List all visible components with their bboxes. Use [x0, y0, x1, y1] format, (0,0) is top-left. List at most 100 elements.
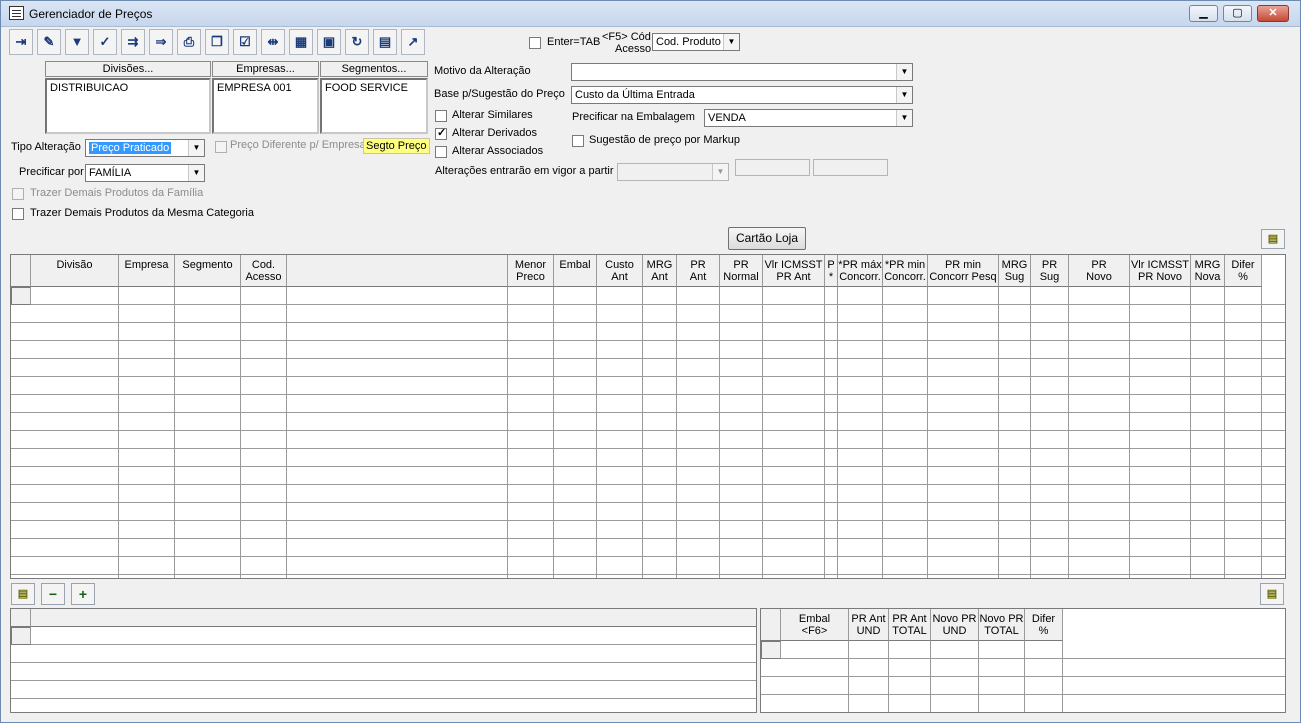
col-menor-preco[interactable]: Menor Preco: [508, 255, 554, 287]
col-pr-max-concorr[interactable]: *PR máx Concorr.: [838, 255, 883, 287]
row-selector-header: [761, 609, 781, 641]
price-manager-window: Gerenciador de Preços ▁ ▢ ✕ ⇥ ✎ ▼ ✓ ⇉ ⇒ …: [0, 0, 1301, 723]
divisoes-list[interactable]: DISTRIBUICAO: [45, 78, 211, 134]
col-pr-normal[interactable]: PR Normal: [720, 255, 763, 287]
precificar-embalagem-select[interactable]: VENDA ▼: [704, 109, 913, 127]
divisoes-button[interactable]: Divisões...: [45, 61, 211, 77]
col-divisao[interactable]: Divisão: [31, 255, 119, 287]
close-button[interactable]: ✕: [1257, 5, 1289, 22]
alterar-associados-checkbox[interactable]: [435, 146, 447, 158]
col-mrg-sug[interactable]: MRG Sug: [999, 255, 1031, 287]
col-vlr-icmsst-ant[interactable]: Vlr ICMSST PR Ant: [763, 255, 825, 287]
alterar-derivados-checkbox[interactable]: [435, 126, 447, 140]
export-button[interactable]: ⇒: [149, 29, 173, 55]
save-icon: ▣: [322, 34, 336, 49]
trazer-familia-checkbox[interactable]: [12, 188, 24, 200]
vigor-time-field[interactable]: [813, 159, 888, 176]
refresh-button[interactable]: ↻: [345, 29, 369, 55]
filter-apply-button[interactable]: ✓: [93, 29, 117, 55]
segto-preco-label[interactable]: Segto Preço: [363, 138, 430, 154]
cod-acesso-select[interactable]: Cod. Produto ▼: [652, 33, 740, 51]
col-pr-min-concorr-pesq[interactable]: PR min Concorr Pesq: [928, 255, 999, 287]
chart-button[interactable]: ↗: [401, 29, 425, 55]
base-value: Custo da Última Entrada: [575, 89, 695, 101]
segmentos-list[interactable]: FOOD SERVICE: [320, 78, 428, 134]
col-custo-ant[interactable]: Custo Ant: [597, 255, 643, 287]
add-row-button[interactable]: +: [71, 583, 95, 605]
col-embal-f6[interactable]: Embal <F6>: [781, 609, 849, 641]
col-descricao[interactable]: [287, 255, 508, 287]
col-difer-detail[interactable]: Difer %: [1025, 609, 1063, 641]
save-button[interactable]: ▣: [317, 29, 341, 55]
enter-tab-checkbox[interactable]: [529, 37, 541, 49]
clear-button[interactable]: ✎: [37, 29, 61, 55]
col-p[interactable]: P *: [825, 255, 838, 287]
enter-tab-label: Enter=TAB: [547, 36, 601, 48]
col-mrg-ant[interactable]: MRG Ant: [643, 255, 677, 287]
col-divisao-cells: [31, 287, 119, 578]
trazer-categoria-label: Trazer Demais Produtos da Mesma Categori…: [30, 207, 254, 219]
bottom-left-grid[interactable]: [10, 608, 757, 713]
cartao-loja-button[interactable]: Cartão Loja: [728, 227, 806, 250]
alterar-similares-checkbox[interactable]: [435, 110, 447, 122]
print-button[interactable]: ⎙: [177, 29, 201, 55]
col-pr-ant-cells: [677, 287, 720, 578]
copy-button[interactable]: ❐: [205, 29, 229, 55]
vigor-date-field[interactable]: [735, 159, 810, 176]
vigor-select[interactable]: ▼: [617, 163, 729, 181]
maximize-button[interactable]: ▢: [1223, 5, 1252, 22]
motivo-select[interactable]: ▼: [571, 63, 913, 81]
col-vlr-icmsst-novo-cells: [1130, 287, 1191, 578]
bottom-left-header: [31, 609, 756, 627]
precificar-por-value: FAMÍLIA: [89, 167, 132, 179]
empresas-button[interactable]: Empresas...: [212, 61, 319, 77]
import-button[interactable]: ⇉: [121, 29, 145, 55]
expand-grid-button[interactable]: ▤: [11, 583, 35, 605]
segmentos-button[interactable]: Segmentos...: [320, 61, 428, 77]
f5-label-2: Acesso: [615, 43, 652, 55]
col-segmento-cells: [175, 287, 241, 578]
expand-detail-button[interactable]: ▤: [1260, 583, 1284, 605]
col-pr-ant-total[interactable]: PR Ant TOTAL: [889, 609, 931, 641]
col-difer[interactable]: Difer %: [1225, 255, 1262, 287]
filter-button[interactable]: ▼: [65, 29, 89, 55]
preco-diferente-checkbox[interactable]: [215, 141, 227, 153]
col-pr-novo[interactable]: PR Novo: [1069, 255, 1130, 287]
trazer-categoria-checkbox[interactable]: [12, 208, 24, 220]
alterar-associados-label: Alterar Associados: [452, 145, 544, 157]
package-detail-grid[interactable]: Embal <F6> PR Ant UND PR Ant TOTAL Novo …: [760, 608, 1286, 713]
col-pr-ant-total-cells: [889, 641, 931, 712]
main-price-grid[interactable]: Divisão Empresa Segmento Cod. Acesso Men…: [10, 254, 1286, 579]
col-pr-ant[interactable]: PR Ant: [677, 255, 720, 287]
exit-button[interactable]: ⇥: [9, 29, 33, 55]
col-pr-sug[interactable]: PR Sug: [1031, 255, 1069, 287]
title-bar: Gerenciador de Preços ▁ ▢ ✕: [1, 1, 1300, 27]
col-custo-ant-cells: [597, 287, 643, 578]
col-segmento[interactable]: Segmento: [175, 255, 241, 287]
col-empresa[interactable]: Empresa: [119, 255, 175, 287]
layout-button[interactable]: ▤: [1261, 229, 1285, 249]
expand-icon: ▤: [1266, 588, 1278, 600]
filter-check-icon: ✓: [99, 34, 111, 49]
calculator-button[interactable]: ▤: [373, 29, 397, 55]
remove-row-button[interactable]: −: [41, 583, 65, 605]
sugestao-markup-checkbox[interactable]: [572, 135, 584, 147]
col-cod-acesso[interactable]: Cod. Acesso: [241, 255, 287, 287]
alterar-derivados-label: Alterar Derivados: [452, 127, 537, 139]
base-select[interactable]: Custo da Última Entrada ▼: [571, 86, 913, 104]
col-pr-min-concorr[interactable]: *PR min Concorr.: [883, 255, 928, 287]
col-novo-pr-total[interactable]: Novo PR TOTAL: [979, 609, 1025, 641]
ruler-button[interactable]: ⇹: [261, 29, 285, 55]
col-pr-ant-und[interactable]: PR Ant UND: [849, 609, 889, 641]
precificar-por-select[interactable]: FAMÍLIA ▼: [85, 164, 205, 182]
precificar-embalagem-value: VENDA: [708, 112, 746, 124]
col-mrg-nova[interactable]: MRG Nova: [1191, 255, 1225, 287]
checklist-button[interactable]: ☑: [233, 29, 257, 55]
empresas-list[interactable]: EMPRESA 001: [212, 78, 319, 134]
col-embal[interactable]: Embal: [554, 255, 597, 287]
col-vlr-icmsst-novo[interactable]: Vlr ICMSST PR Novo: [1130, 255, 1191, 287]
grid-button[interactable]: ▦: [289, 29, 313, 55]
tipo-alteracao-select[interactable]: Preço Praticado ▼: [85, 139, 205, 157]
minimize-button[interactable]: ▁: [1189, 5, 1218, 22]
col-novo-pr-und[interactable]: Novo PR UND: [931, 609, 979, 641]
